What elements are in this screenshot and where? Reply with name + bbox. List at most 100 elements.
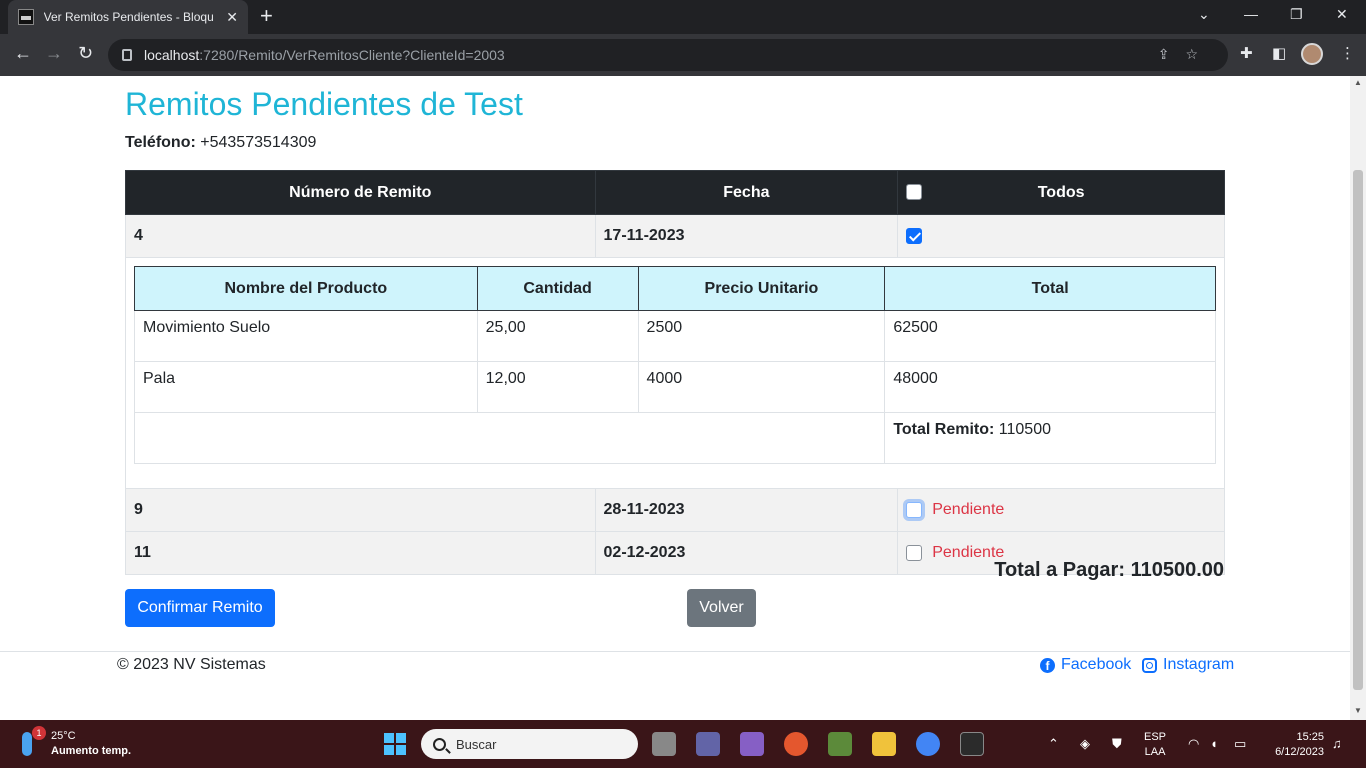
product-quantity: 25,00 bbox=[476, 310, 639, 362]
phone-label: Teléfono: bbox=[125, 134, 196, 151]
close-window-icon[interactable]: ✕ bbox=[1336, 6, 1348, 23]
task-view-icon[interactable] bbox=[652, 732, 676, 756]
windows-start-icon[interactable] bbox=[384, 733, 406, 755]
product-name: Movimiento Suelo bbox=[134, 310, 478, 362]
new-tab-icon[interactable]: + bbox=[260, 5, 273, 27]
remito-number: 9 bbox=[125, 488, 596, 532]
total-to-pay: Total a Pagar: 110500.00 bbox=[994, 559, 1224, 582]
reload-icon[interactable]: ↻ bbox=[78, 43, 93, 64]
maximize-icon[interactable]: ❐ bbox=[1290, 6, 1303, 23]
table-row: 4 17-11-2023 bbox=[125, 214, 1225, 258]
table-row: 9 28-11-2023 Pendiente bbox=[125, 488, 1225, 532]
profile-avatar[interactable] bbox=[1301, 43, 1323, 65]
url-host: localhost bbox=[144, 47, 200, 63]
security-shield-icon[interactable]: ⛊ bbox=[1112, 736, 1122, 752]
remito-detail-row: Nombre del Producto Cantidad Precio Unit… bbox=[125, 257, 1225, 489]
facebook-link[interactable]: f Facebook bbox=[1040, 656, 1131, 674]
language-layout: LAA bbox=[1144, 746, 1166, 758]
scroll-thumb[interactable] bbox=[1353, 170, 1363, 690]
wifi-icon[interactable]: ◠ bbox=[1188, 736, 1199, 752]
file-explorer-icon[interactable] bbox=[872, 732, 896, 756]
scroll-up-icon[interactable]: ▲ bbox=[1354, 78, 1362, 87]
tray-chevron-icon[interactable]: ⌃ bbox=[1048, 736, 1059, 752]
minimize-icon[interactable]: — bbox=[1244, 6, 1258, 22]
visual-studio-icon[interactable] bbox=[740, 732, 764, 756]
remito-total-value: 110500 bbox=[998, 421, 1051, 438]
remito-total-row: Total Remito: 110500 bbox=[133, 412, 1216, 464]
product-row: Pala 12,00 4000 48000 bbox=[134, 361, 1216, 413]
time: 15:25 bbox=[1296, 731, 1324, 743]
date: 6/12/2023 bbox=[1275, 746, 1324, 758]
header-precio: Precio Unitario bbox=[637, 266, 886, 311]
back-icon[interactable]: ← bbox=[14, 43, 32, 64]
chrome-active-icon[interactable] bbox=[916, 732, 940, 756]
thermometer-icon[interactable] bbox=[22, 732, 32, 756]
menu-icon[interactable]: ⋮ bbox=[1340, 44, 1355, 62]
volume-icon[interactable]: ◖ bbox=[1210, 736, 1218, 751]
header-total: Total bbox=[884, 266, 1216, 311]
header-todos-label: Todos bbox=[1037, 183, 1085, 201]
remito-checkbox[interactable] bbox=[906, 544, 923, 561]
remito-total-label: Total Remito: bbox=[893, 421, 995, 438]
phone-value: +543573514309 bbox=[200, 134, 317, 151]
remito-number: 4 bbox=[125, 214, 596, 258]
weather-widget[interactable]: 25°C Aumento temp. bbox=[51, 729, 131, 759]
language: ESP bbox=[1144, 731, 1167, 743]
product-price: 2500 bbox=[637, 310, 886, 362]
product-name: Pala bbox=[134, 361, 478, 413]
chrome-icon[interactable] bbox=[784, 732, 808, 756]
remito-date: 02-12-2023 bbox=[594, 531, 899, 575]
remitos-table: Número de Remito Fecha Todos 4 17-11-202… bbox=[125, 170, 1225, 575]
back-button[interactable]: Volver bbox=[687, 589, 756, 627]
remito-checkbox[interactable] bbox=[906, 227, 923, 244]
page-viewport: Remitos Pendientes de Test Teléfono: +54… bbox=[0, 76, 1350, 720]
page-scrollbar[interactable]: ▲ ▼ bbox=[1350, 76, 1366, 720]
remito-date: 17-11-2023 bbox=[594, 214, 899, 258]
temperature: 25°C bbox=[51, 730, 76, 742]
total-to-pay-value: 110500.00 bbox=[1130, 559, 1224, 581]
header-numero: Número de Remito bbox=[125, 170, 596, 215]
clock[interactable]: 15:25 6/12/2023 bbox=[1266, 730, 1324, 760]
remito-checkbox[interactable] bbox=[906, 501, 923, 518]
remito-select-cell: Pendiente bbox=[897, 488, 1225, 532]
remito-total-cell: Total Remito: 110500 bbox=[884, 412, 1216, 464]
instagram-label: Instagram bbox=[1163, 656, 1235, 673]
facebook-icon: f bbox=[1040, 657, 1055, 673]
empty-cell bbox=[133, 412, 886, 464]
scroll-down-icon[interactable]: ▼ bbox=[1354, 706, 1362, 715]
remito-number: 11 bbox=[125, 531, 596, 575]
close-tab-icon[interactable]: ✕ bbox=[226, 9, 238, 26]
confirm-remito-button[interactable]: Confirmar Remito bbox=[125, 589, 275, 627]
language-indicator[interactable]: ESP LAA bbox=[1144, 730, 1166, 760]
battery-icon[interactable]: ▭ bbox=[1234, 736, 1246, 752]
product-row: Movimiento Suelo 25,00 2500 62500 bbox=[134, 310, 1216, 362]
share-and-bookmark-icons[interactable]: ⇪☆ bbox=[1158, 46, 1214, 63]
instagram-link[interactable]: Instagram bbox=[1142, 656, 1234, 674]
phone-line: Teléfono: +543573514309 bbox=[125, 134, 316, 152]
select-all-checkbox[interactable] bbox=[906, 184, 923, 200]
teams-icon[interactable] bbox=[696, 732, 720, 756]
remito-select-cell bbox=[897, 214, 1225, 258]
tab-search-icon[interactable]: ⌄ bbox=[1198, 6, 1210, 23]
remito-date: 28-11-2023 bbox=[594, 488, 899, 532]
snipping-tool-icon[interactable] bbox=[828, 732, 852, 756]
forward-icon[interactable]: → bbox=[45, 43, 63, 64]
total-to-pay-label: Total a Pagar: bbox=[994, 559, 1125, 581]
notifications-icon[interactable]: ♫ bbox=[1332, 736, 1342, 751]
taskbar-search[interactable]: Buscar bbox=[421, 729, 638, 759]
instagram-icon bbox=[1142, 657, 1157, 673]
site-favicon-icon bbox=[18, 9, 34, 25]
products-table: Nombre del Producto Cantidad Precio Unit… bbox=[133, 266, 1216, 464]
defender-icon[interactable]: ◈ bbox=[1080, 736, 1090, 752]
address-bar[interactable]: localhost:7280/Remito/VerRemitosCliente?… bbox=[108, 39, 1228, 71]
terminal-icon[interactable] bbox=[960, 732, 984, 756]
side-panel-icon[interactable]: ◧ bbox=[1272, 44, 1286, 62]
extensions-icon[interactable]: ✚ bbox=[1240, 44, 1253, 62]
browser-toolbar: ← → ↻ localhost:7280/Remito/VerRemitosCl… bbox=[0, 34, 1366, 76]
header-fecha: Fecha bbox=[594, 170, 899, 215]
browser-tab[interactable]: Ver Remitos Pendientes - Bloque ✕ bbox=[8, 0, 248, 34]
page-title: Remitos Pendientes de Test bbox=[125, 86, 523, 122]
header-producto: Nombre del Producto bbox=[134, 266, 478, 311]
search-placeholder: Buscar bbox=[456, 736, 497, 752]
weather-description: Aumento temp. bbox=[51, 745, 132, 757]
